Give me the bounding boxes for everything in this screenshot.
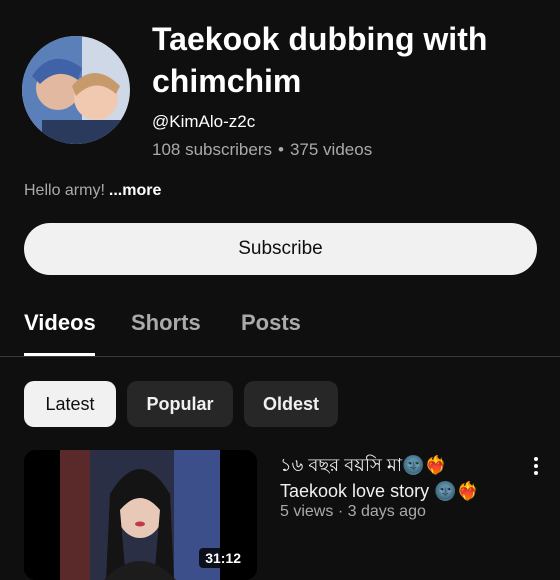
channel-description[interactable]: Hello army! ...more [24, 182, 161, 200]
filter-latest[interactable]: Latest [24, 381, 116, 427]
video-count: 375 videos [289, 140, 373, 159]
channel-tabs: Videos Shorts Posts [0, 300, 560, 357]
tab-videos[interactable]: Videos [24, 310, 96, 336]
channel-title: Taekook dubbing with chimchim [152, 21, 488, 99]
video-views: 5 views [280, 503, 334, 520]
subscriber-count: 108 subscribers [152, 140, 273, 159]
active-tab-indicator [24, 353, 95, 356]
video-title-line-2: Taekook love story 🌚❤️‍🔥 [280, 481, 479, 501]
tab-shorts[interactable]: Shorts [131, 310, 201, 336]
meta-dot: · [337, 503, 344, 520]
video-title-line-1: ১৬ বছর বয়সি মা🌚❤️‍🔥 [280, 455, 447, 475]
video-age: 3 days ago [347, 503, 426, 520]
subscribe-button[interactable]: Subscribe [24, 223, 537, 275]
filter-popular[interactable]: Popular [127, 381, 233, 427]
stats-separator: • [278, 140, 284, 159]
video-title[interactable]: ১৬ বছর বয়সি মা🌚❤️‍🔥 Taekook love story … [280, 452, 520, 504]
filter-oldest[interactable]: Oldest [244, 381, 338, 427]
channel-avatar[interactable] [22, 36, 130, 144]
channel-stats: 108 subscribers • 375 videos [152, 140, 372, 160]
tab-posts[interactable]: Posts [241, 310, 301, 336]
video-meta: 5 views · 3 days ago [280, 503, 426, 521]
video-duration: 31:12 [199, 548, 247, 568]
video-thumbnail[interactable]: 31:12 [24, 450, 257, 580]
more-link[interactable]: ...more [109, 182, 161, 199]
description-text: Hello army! [24, 182, 105, 199]
channel-handle: @KimAlo-z2c [152, 112, 256, 131]
more-options-icon[interactable] [526, 454, 546, 480]
